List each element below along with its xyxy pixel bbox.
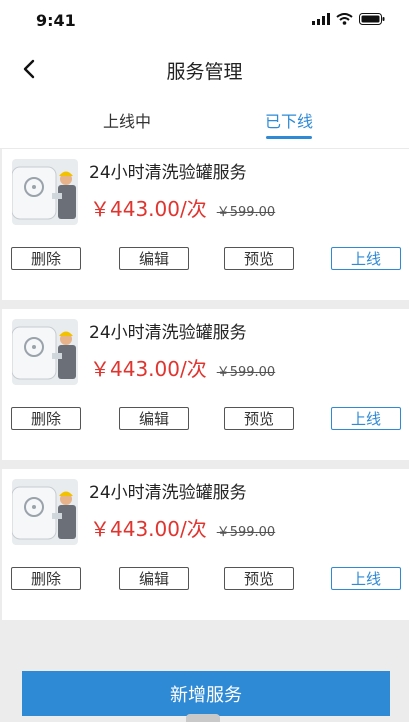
delete-button[interactable]: 删除 xyxy=(11,407,81,430)
signal-icon xyxy=(312,13,330,25)
edit-button[interactable]: 编辑 xyxy=(119,407,189,430)
tab-offline[interactable]: 已下线 xyxy=(265,108,313,132)
original-price: ￥599.00 xyxy=(216,365,276,380)
wifi-icon xyxy=(336,13,353,25)
publish-online-button[interactable]: 上线 xyxy=(331,567,401,590)
add-service-button[interactable]: 新增服务 xyxy=(22,671,390,716)
service-price: ￥443.00/次 xyxy=(90,197,207,221)
service-thumbnail xyxy=(12,319,78,385)
preview-button[interactable]: 预览 xyxy=(224,407,294,430)
service-name: 24小时清洗验罐服务 xyxy=(89,323,247,343)
status-bar: 9:41 xyxy=(0,0,409,44)
home-indicator xyxy=(186,714,220,722)
price-row: ￥443.00/次 ￥599.00 xyxy=(90,353,275,382)
status-icons xyxy=(312,13,385,25)
delete-button[interactable]: 删除 xyxy=(11,247,81,270)
price-row: ￥443.00/次 ￥599.00 xyxy=(90,513,275,542)
service-card: 24小时清洗验罐服务 ￥443.00/次 ￥599.00 删除 编辑 预览 上线 xyxy=(2,149,409,300)
nav-bar: 服务管理 xyxy=(0,44,409,94)
edit-button[interactable]: 编辑 xyxy=(119,247,189,270)
battery-icon xyxy=(359,13,385,25)
original-price: ￥599.00 xyxy=(216,525,276,540)
service-price: ￥443.00/次 xyxy=(90,357,207,381)
publish-online-button[interactable]: 上线 xyxy=(331,247,401,270)
price-row: ￥443.00/次 ￥599.00 xyxy=(90,193,275,222)
tab-bar: 上线中 已下线 xyxy=(0,94,409,149)
service-name: 24小时清洗验罐服务 xyxy=(89,163,247,183)
page-title: 服务管理 xyxy=(166,61,243,83)
active-tab-indicator xyxy=(266,136,312,139)
service-thumbnail xyxy=(12,479,78,545)
service-card: 24小时清洗验罐服务 ￥443.00/次 ￥599.00 删除 编辑 预览 上线 xyxy=(2,469,409,620)
preview-button[interactable]: 预览 xyxy=(224,567,294,590)
service-card: 24小时清洗验罐服务 ￥443.00/次 ￥599.00 删除 编辑 预览 上线 xyxy=(2,309,409,460)
original-price: ￥599.00 xyxy=(216,205,276,220)
tab-online[interactable]: 上线中 xyxy=(103,108,151,132)
delete-button[interactable]: 删除 xyxy=(11,567,81,590)
edit-button[interactable]: 编辑 xyxy=(119,567,189,590)
publish-online-button[interactable]: 上线 xyxy=(331,407,401,430)
status-time: 9:41 xyxy=(36,11,76,30)
preview-button[interactable]: 预览 xyxy=(224,247,294,270)
service-price: ￥443.00/次 xyxy=(90,517,207,541)
service-name: 24小时清洗验罐服务 xyxy=(89,483,247,503)
service-thumbnail xyxy=(12,159,78,225)
